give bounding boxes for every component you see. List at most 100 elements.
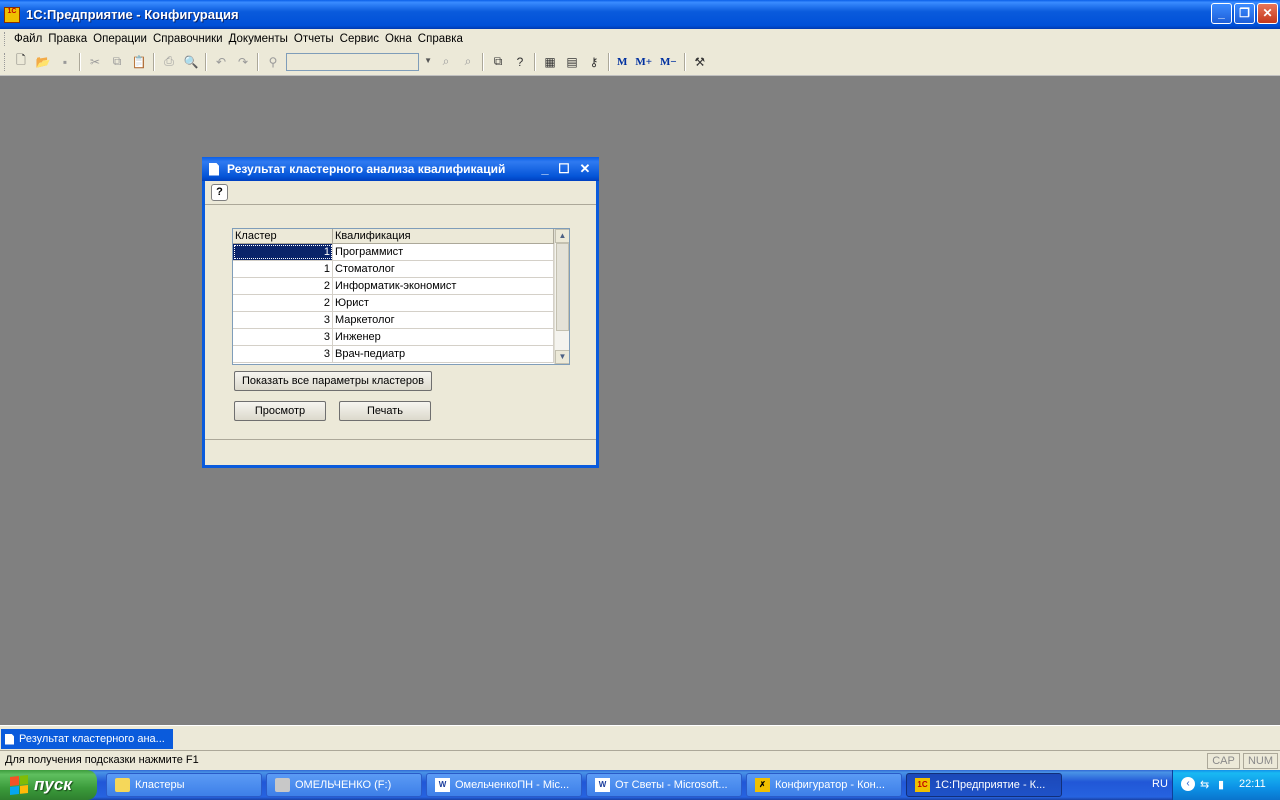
word-icon: W [435,778,450,792]
qualification-cell[interactable]: Инженер [333,329,554,345]
cut-icon[interactable]: ✂ [84,51,106,73]
cluster-cell[interactable]: 3 [233,312,333,328]
table-row[interactable]: 3 Врач-педиатр [233,346,569,363]
menu-edit[interactable]: Правка [45,33,90,45]
table-row[interactable]: 2 Юрист [233,295,569,312]
memory-plus-button[interactable]: M+ [635,56,652,68]
scroll-thumb[interactable] [556,243,569,331]
table-scrollbar[interactable]: ▲ ▼ [554,229,569,364]
cluster-cell[interactable]: 2 [233,295,333,311]
taskbar-item-clusters[interactable]: Кластеры [106,773,262,797]
find-next-icon[interactable]: ⌕ [435,51,457,73]
toolbar-grip[interactable] [4,52,7,71]
safely-remove-icon[interactable]: ▮ [1218,778,1224,791]
copy-icon[interactable]: ⧉ [106,51,128,73]
taskbar-item-1c[interactable]: 1C 1С:Предприятие - К... [906,773,1062,797]
main-titlebar: 1C 1С:Предприятие - Конфигурация _ ❐ ✕ [0,0,1280,29]
document-icon [209,162,219,176]
dialog-titlebar[interactable]: Результат кластерного анализа квалификац… [202,157,599,181]
1c-app-icon[interactable]: 1C [4,6,20,23]
menu-catalogs[interactable]: Справочники [150,33,226,45]
cluster-cell[interactable]: 1 [233,261,333,277]
qualification-cell[interactable]: Информатик-экономист [333,278,554,294]
print-preview-icon[interactable]: 🔍 [180,51,202,73]
search-combobox[interactable] [286,52,432,71]
table-row[interactable]: 2 Информатик-экономист [233,278,569,295]
windows-icon[interactable]: ⧉ [487,51,509,73]
dialog-minimize-button[interactable]: _ [537,161,553,177]
minimize-button[interactable]: _ [1211,3,1232,24]
mdi-workspace [0,77,1280,725]
undo-icon[interactable]: ↶ [210,51,232,73]
table-row[interactable]: 3 Инженер [233,329,569,346]
tray-expand-icon[interactable]: ‹ [1181,777,1195,791]
menu-windows[interactable]: Окна [382,33,415,45]
close-button[interactable]: ✕ [1257,3,1278,24]
save-icon[interactable]: ▪ [54,51,76,73]
user-key-icon[interactable]: ⚷ [583,51,605,73]
qualification-cell[interactable]: Врач-педиатр [333,346,554,362]
language-indicator[interactable]: RU [1152,778,1168,790]
windows-logo-icon [10,775,28,795]
menu-documents[interactable]: Документы [226,33,291,45]
help-1c-icon[interactable]: ? [509,51,531,73]
task-label: ОМЕЛЬЧЕНКО (F:) [295,779,392,791]
open-icon[interactable]: 📂 [32,51,54,73]
network-icon[interactable]: ⇆ [1200,778,1209,791]
memory-minus-button[interactable]: M− [660,56,677,68]
calculator-icon[interactable]: ▤ [561,51,583,73]
tools-icon[interactable]: ⚒ [689,51,711,73]
table-row[interactable]: 3 Маркетолог [233,312,569,329]
table-row[interactable]: 1 Программист [233,244,569,261]
system-tray: ‹ ⇆ ▮ 22:11 [1172,770,1280,800]
paste-icon[interactable]: 📋 [128,51,150,73]
qualification-cell[interactable]: Юрист [333,295,554,311]
new-document-icon[interactable]: 🗋 [10,51,32,73]
taskbar-item-word-2[interactable]: W От Светы - Microsoft... [586,773,742,797]
cluster-cell[interactable]: 3 [233,346,333,362]
calendar-icon[interactable]: ▦ [539,51,561,73]
find-icon[interactable]: ⚲ [262,51,284,73]
start-label: пуск [34,775,72,794]
cluster-cell[interactable]: 2 [233,278,333,294]
menu-reports[interactable]: Отчеты [291,33,337,45]
preview-button[interactable]: Просмотр [234,401,326,421]
dialog-close-button[interactable]: ✕ [577,161,593,177]
table-row[interactable]: 1 Стоматолог [233,261,569,278]
find-prev-icon[interactable]: ⌕ [457,51,479,73]
cluster-table[interactable]: Кластер Квалификация 1 Программист 1 Сто… [232,228,570,365]
print-button[interactable]: Печать [339,401,431,421]
scroll-down-icon[interactable]: ▼ [555,350,569,364]
menu-help[interactable]: Справка [415,33,466,45]
cluster-result-window: Результат кластерного анализа квалификац… [202,157,599,468]
window-tab[interactable]: Результат кластерного ана... [1,729,173,749]
menu-service[interactable]: Сервис [337,33,382,45]
qualification-cell[interactable]: Стоматолог [333,261,554,277]
redo-icon[interactable]: ↷ [232,51,254,73]
menu-grip[interactable] [4,31,7,46]
qualification-cell[interactable]: Программист [333,244,554,260]
qualification-cell[interactable]: Маркетолог [333,312,554,328]
menu-file[interactable]: Файл [11,33,45,45]
show-cluster-params-button[interactable]: Показать все параметры кластеров [234,371,432,391]
print-icon[interactable]: ⎙ [158,51,180,73]
restore-button[interactable]: ❐ [1234,3,1255,24]
menu-operations[interactable]: Операции [90,33,150,45]
clock[interactable]: 22:11 [1239,778,1266,790]
taskbar-item-configurator[interactable]: ✗ Конфигуратор - Кон... [746,773,902,797]
caps-lock-indicator: CAP [1207,753,1240,769]
taskbar-item-drive[interactable]: ОМЕЛЬЧЕНКО (F:) [266,773,422,797]
help-button[interactable]: ? [211,184,228,201]
cluster-cell[interactable]: 3 [233,329,333,345]
column-header-qualification[interactable]: Квалификация [333,229,554,244]
toolbar-separator [205,52,207,71]
memory-m-button[interactable]: M [617,56,627,68]
toolbar-separator [534,52,536,71]
dialog-maximize-button[interactable]: ☐ [556,161,572,177]
drive-icon [275,778,290,792]
taskbar-item-word-1[interactable]: W ОмельченкоПН - Mic... [426,773,582,797]
start-button[interactable]: пуск [0,770,97,800]
column-header-cluster[interactable]: Кластер [233,229,333,244]
cluster-cell[interactable]: 1 [233,244,333,260]
scroll-up-icon[interactable]: ▲ [555,229,569,243]
